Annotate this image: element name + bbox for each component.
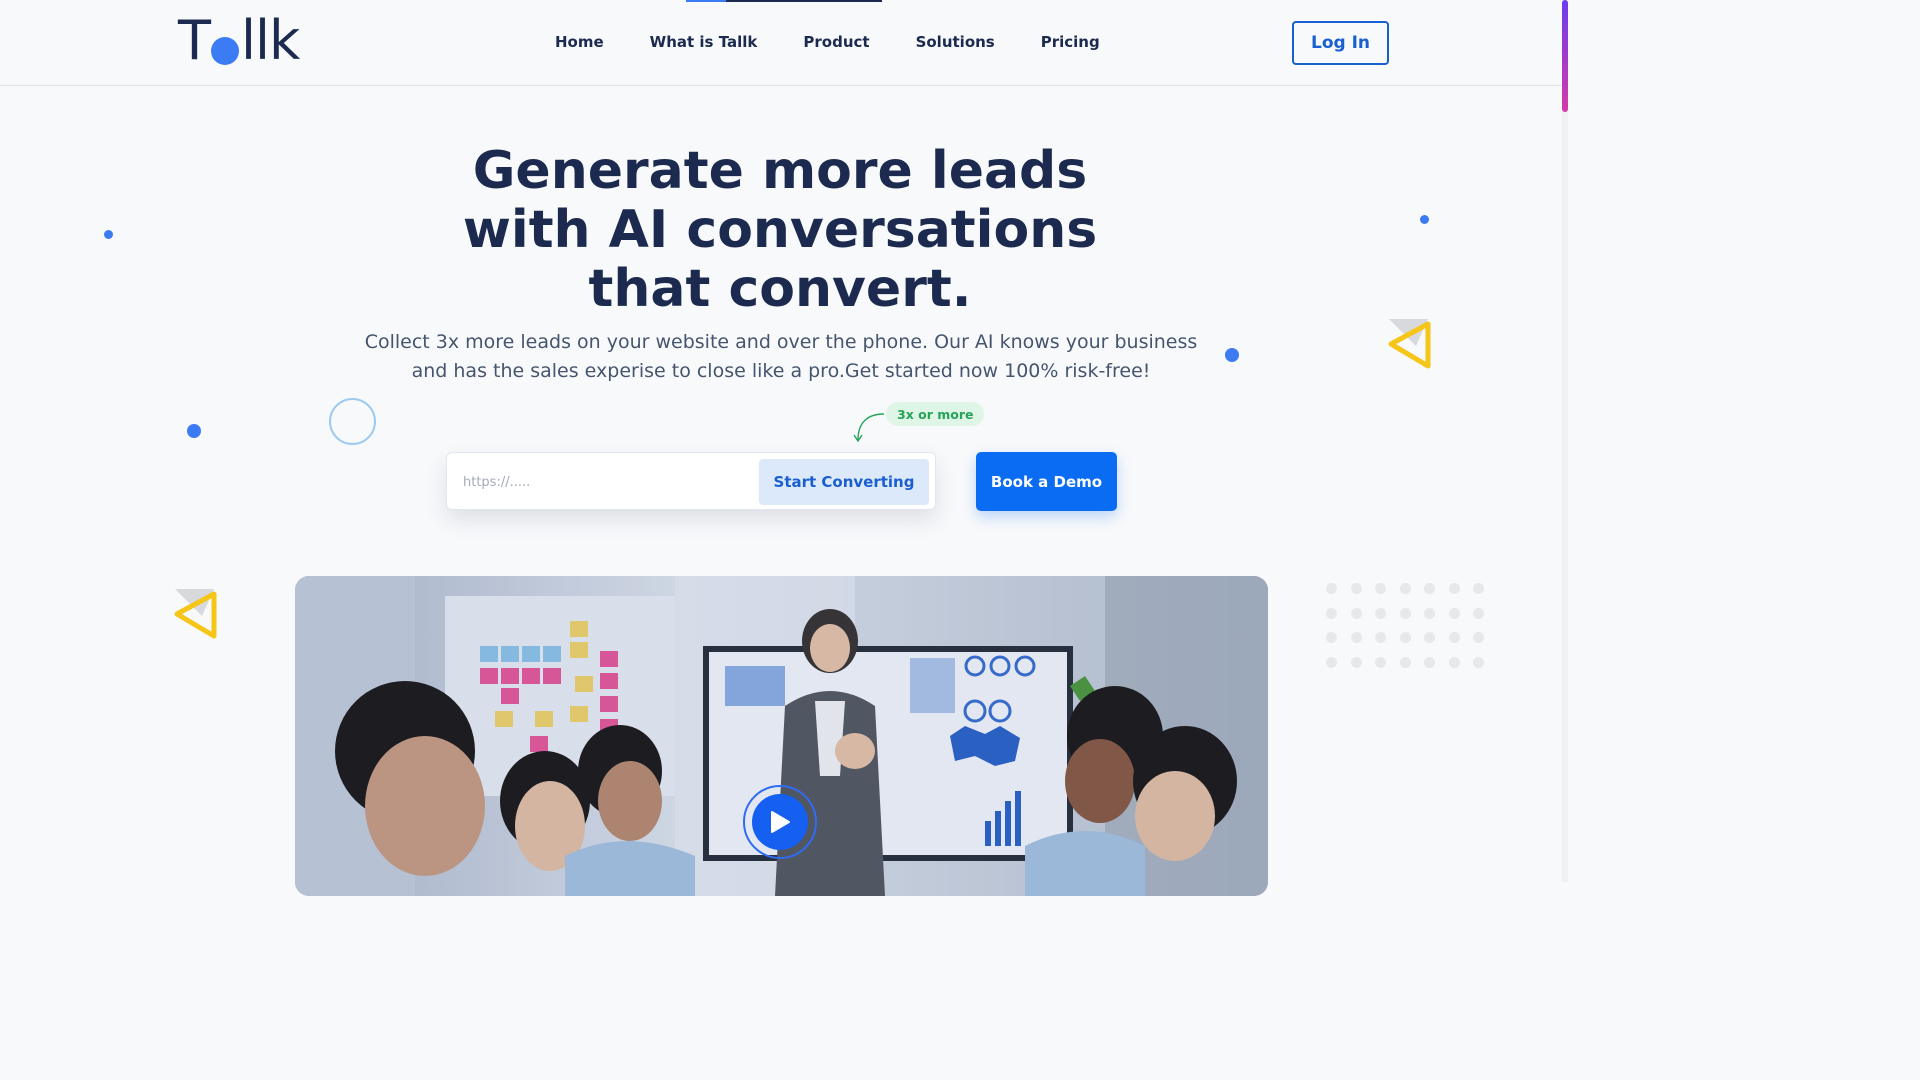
hero-headline: Generate more leads with AI conversation… [380, 142, 1180, 319]
section-progress-indicator [686, 0, 882, 2]
book-demo-button[interactable]: Book a Demo [976, 452, 1117, 511]
conversion-badge: 3x or more [886, 402, 985, 426]
decorative-dot-grid [1326, 583, 1491, 668]
decorative-dot [187, 424, 201, 438]
nav-product[interactable]: Product [803, 33, 869, 51]
nav-pricing[interactable]: Pricing [1041, 33, 1100, 51]
nav-what-is-tallk[interactable]: What is Tallk [650, 33, 758, 51]
headline-line: Generate more leads [472, 141, 1088, 201]
play-button[interactable] [752, 794, 808, 850]
scrollbar-thumb[interactable] [1562, 0, 1568, 112]
hero-subtext: Collect 3x more leads on your website an… [340, 328, 1222, 386]
decorative-dot [1225, 348, 1239, 362]
nav-home[interactable]: Home [555, 33, 604, 51]
logo-text-suffix: llk [241, 9, 300, 72]
page-scrollbar[interactable] [1562, 0, 1568, 882]
decorative-dot [104, 230, 113, 239]
headline-line: that convert. [588, 259, 972, 319]
decorative-ring [329, 398, 376, 445]
url-signup-form: Start Converting [446, 452, 936, 510]
subtext-line: Collect 3x more leads on your website an… [364, 331, 1198, 353]
triangle-decoration-icon [174, 589, 217, 639]
subtext-line: and has the sales experise to close like… [411, 360, 1151, 382]
triangle-decoration-icon [1388, 319, 1431, 369]
nav-solutions[interactable]: Solutions [916, 33, 995, 51]
logo-text-prefix: T [178, 9, 211, 72]
start-converting-button[interactable]: Start Converting [759, 459, 929, 505]
login-button[interactable]: Log In [1292, 21, 1389, 65]
main-nav: Home What is Tallk Product Solutions Pri… [555, 33, 1100, 51]
play-icon [771, 811, 790, 833]
logo-dot-icon [211, 37, 239, 65]
decorative-dot [1420, 215, 1429, 224]
hero-video[interactable] [295, 576, 1268, 896]
website-url-input[interactable] [463, 461, 753, 503]
site-header: T llk Home What is Tallk Product Solutio… [0, 0, 1562, 86]
curved-arrow-icon [853, 413, 885, 443]
headline-line: with AI conversations [462, 200, 1098, 260]
tallk-logo[interactable]: T llk [178, 9, 300, 72]
